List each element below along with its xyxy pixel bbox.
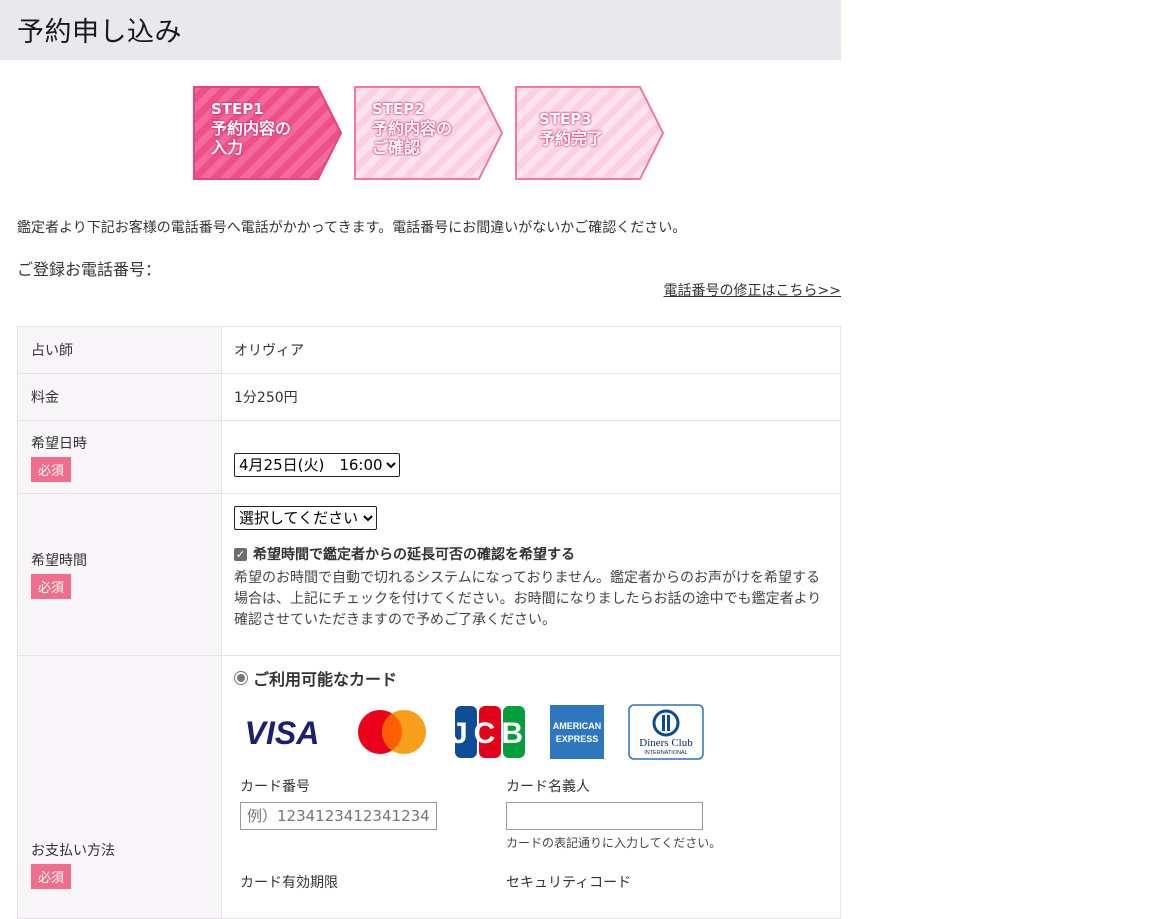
amex-logo-icon: AMERICAN EXPRESS [550,705,604,759]
jcb-logo-text: JCB [454,717,526,750]
card-radio[interactable] [234,671,248,685]
card-brand-logos: VISA JCB AMERICAN EXPRESS Diners Club IN… [234,702,828,762]
card-number-input[interactable] [240,802,437,830]
date-cell: 4月25日(火) 16:00 [221,420,841,494]
price-value: 1分250円 [221,373,841,421]
phone-call-notice: 鑑定者より下記お客様の電話番号へ電話がかかってきます。電話番号にお間違いがないか… [17,220,687,236]
diners-logo-line1: Diners Club [639,737,693,749]
amex-logo-line2: EXPRESS [556,734,599,744]
date-select[interactable]: 4月25日(火) 16:00 [234,453,400,477]
mastercard-logo-icon [358,710,426,754]
extension-description: 希望のお時間で自動で切れるシステムになっておりません。鑑定者からのお声がけを希望… [234,570,822,628]
price-label: 料金 [17,373,222,421]
card-option-label[interactable]: ご利用可能なカード [253,666,397,690]
phone-fix-link[interactable]: 電話番号の修正はこちら>> [664,280,841,300]
step-1-label: STEP1 予約内容の 入力 [211,100,292,157]
duration-label: 希望時間 [31,553,87,569]
extension-checkbox[interactable]: ✓ [234,547,247,561]
date-header: 希望日時 必須 [17,420,222,494]
visa-logo-text: VISA [245,715,320,751]
duration-cell: 選択してください ✓ 希望時間で鑑定者からの延長可否の確認を希望する 希望のお時… [221,493,841,656]
step-3-label: STEP3 予約完了 [539,110,604,148]
step-2: STEP2 予約内容の ご確認 [354,86,504,180]
row-fortune-teller: 占い師 オリヴィア [17,326,841,374]
required-badge: 必須 [31,456,72,482]
card-name-input[interactable] [506,802,703,830]
row-payment: お支払い方法 必須 ご利用可能なカード VISA JCB AMERICAN EX… [17,655,841,919]
jcb-logo-icon: JCB [454,706,526,758]
card-name-label: カード名義人 [506,779,590,795]
row-duration: 希望時間 必須 選択してください ✓ 希望時間で鑑定者からの延長可否の確認を希望… [17,493,841,656]
fortune-teller-value: オリヴィア [221,326,841,374]
required-badge: 必須 [31,864,72,889]
duration-header: 希望時間 必須 [17,493,222,656]
reservation-form-table: 占い師 オリヴィア 料金 1分250円 希望日時 必須 4月25日(火) 16:… [17,326,841,919]
payment-label: お支払い方法 [31,843,115,859]
amex-logo-line1: AMERICAN [553,721,602,731]
fortune-teller-label: 占い師 [17,326,222,374]
diners-logo-line2: INTERNATIONAL [644,750,688,756]
page-header: 予約申し込み [0,0,841,60]
required-badge: 必須 [31,574,72,599]
step-2-label: STEP2 予約内容の ご確認 [372,100,453,157]
row-price: 料金 1分250円 [17,373,841,421]
row-date: 希望日時 必須 4月25日(火) 16:00 [17,420,841,494]
duration-select[interactable]: 選択してください [234,506,377,530]
visa-logo-icon: VISA [245,715,320,751]
card-expiry-label: カード有効期限 [240,875,338,891]
diners-club-logo-icon: Diners Club INTERNATIONAL [628,704,704,760]
registered-phone-label: ご登録お電話番号： [17,260,162,279]
extension-check-row[interactable]: ✓ 希望時間で鑑定者からの延長可否の確認を希望する [234,544,828,564]
page-title: 予約申し込み [17,17,182,48]
date-label: 希望日時 [31,435,87,452]
extension-checkbox-label[interactable]: 希望時間で鑑定者からの延長可否の確認を希望する [253,544,575,564]
card-payment-option[interactable]: ご利用可能なカード [234,666,828,690]
step-1: STEP1 予約内容の 入力 [193,86,343,180]
payment-cell: ご利用可能なカード VISA JCB AMERICAN EXPRESS Dine… [221,655,841,919]
card-cvc-label: セキュリティコード [506,875,632,891]
card-number-label: カード番号 [240,779,310,795]
card-name-help: カードの表記通りに入力してください。 [506,836,722,850]
step-3: STEP3 予約完了 [515,86,665,180]
payment-header: お支払い方法 必須 [17,655,222,919]
